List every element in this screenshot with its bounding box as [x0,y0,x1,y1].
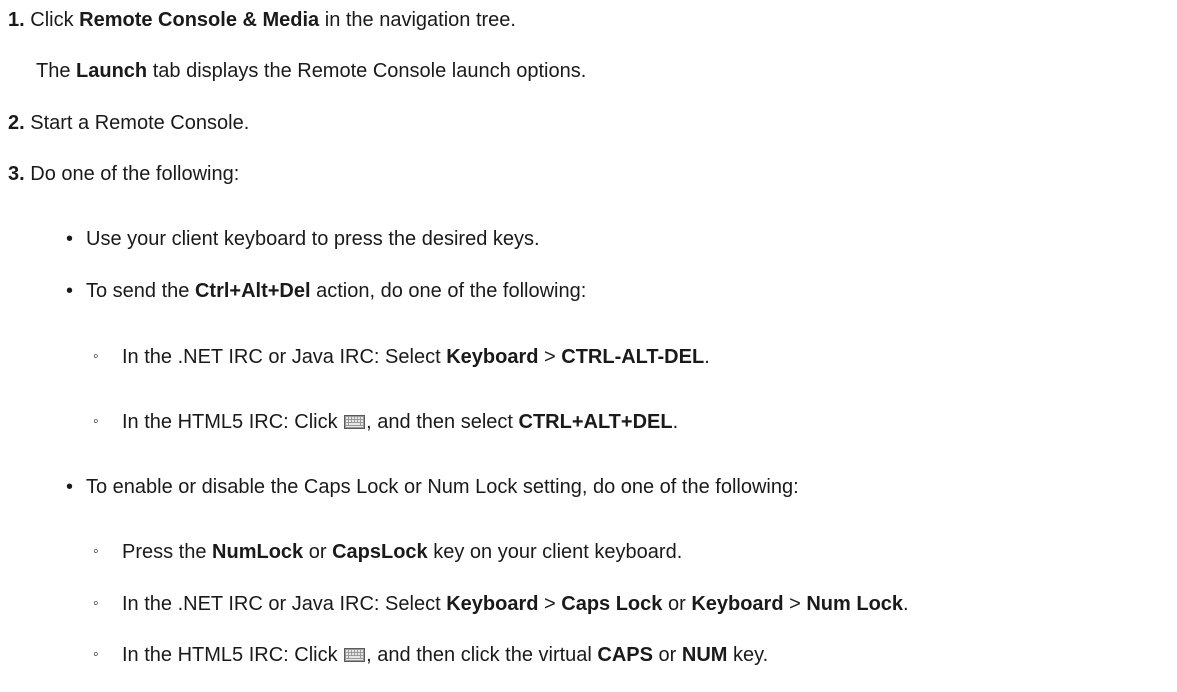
step-text: Start a Remote Console. [30,112,250,134]
sub-text-c: > [538,593,562,615]
keyboard-icon [344,644,366,662]
option-text-bold: Ctrl+Alt+Del [194,280,311,302]
step-3: 3. Do one of the following: [8,162,239,186]
option-2: To send the Ctrl+Alt+Del action, do one … [86,279,586,303]
sub-text-bold-2: NUM [681,644,728,666]
sub-text-e: > [783,593,807,615]
sub-text-a: In the HTML5 IRC: Click [122,411,344,433]
sub-text-f: . [903,593,909,615]
sub-text-d: or [652,644,682,666]
sub-text-c: or [303,541,333,563]
option-3: To enable or disable the Caps Lock or Nu… [86,475,799,499]
step-number: 2. [8,112,25,134]
sub-text-bold-2: CTRL-ALT-DEL [561,346,705,368]
sub-text-a: In the .NET IRC or Java IRC: Select [122,346,447,368]
bullet-marker: • [66,476,74,498]
step-number: 3. [8,163,25,185]
step-1: 1. Click Remote Console & Media in the n… [8,8,516,32]
sub-text-e: key. [727,644,769,666]
sub-text-a: In the HTML5 IRC: Click [122,644,344,666]
step-number: 1. [8,9,25,31]
sub-text-c: , and then select [366,411,519,433]
sub-text-d: or [662,593,692,615]
step-1-result: The Launch tab displays the Remote Conso… [36,59,586,83]
sub-text-bold-2: CapsLock [332,541,428,563]
sub-bullet-marker: ◦ [93,348,99,365]
step-text-a: Click [30,9,80,31]
sub-text-a: Press the [122,541,213,563]
option-2-sub-1: In the .NET IRC or Java IRC: Select Keyb… [122,345,710,369]
step-text: Do one of the following: [30,163,240,185]
option-2-sub-2: In the HTML5 IRC: Click , and then selec… [122,410,678,434]
sub-text-c: > [538,346,562,368]
option-3-sub-3: In the HTML5 IRC: Click , and then click… [122,643,768,667]
bullet-marker: • [66,228,74,250]
sub-text-bold-1: NumLock [212,541,304,563]
option-text-a: To send the [86,280,195,302]
sub-text-d: key on your client keyboard. [427,541,683,563]
sub-text-d: . [672,411,679,433]
option-3-sub-2: In the .NET IRC or Java IRC: Select Keyb… [122,592,909,616]
sub-text-bold-2: Caps Lock [561,593,663,615]
step-text-bold: Remote Console & Media [79,9,320,31]
sub-text-bold-1: CAPS [597,644,653,666]
step-2: 2. Start a Remote Console. [8,111,249,135]
option-3-sub-1: Press the NumLock or CapsLock key on you… [122,540,682,564]
result-text-bold: Launch [76,60,148,82]
sub-bullet-marker: ◦ [93,646,99,663]
option-text: Use your client keyboard to press the de… [86,228,540,250]
sub-text-bold: CTRL+ALT+DEL [518,411,673,433]
sub-text-bold-3: Keyboard [691,593,784,615]
sub-text-bold-1: Keyboard [446,346,539,368]
sub-text-c: , and then click the virtual [366,644,598,666]
option-1: Use your client keyboard to press the de… [86,227,540,251]
sub-text-d: . [704,346,710,368]
option-text-c: action, do one of the following: [310,280,587,302]
sub-text-bold-1: Keyboard [446,593,539,615]
sub-text-bold-4: Num Lock [806,593,904,615]
sub-text-a: In the .NET IRC or Java IRC: Select [122,593,447,615]
keyboard-icon [344,411,366,429]
sub-bullet-marker: ◦ [93,543,99,560]
step-text-c: in the navigation tree. [319,9,516,31]
sub-bullet-marker: ◦ [93,595,99,612]
option-text: To enable or disable the Caps Lock or Nu… [86,476,799,498]
result-text-c: tab displays the Remote Console launch o… [147,60,587,82]
bullet-marker: • [66,280,74,302]
sub-bullet-marker: ◦ [93,413,99,430]
result-text-a: The [36,60,77,82]
